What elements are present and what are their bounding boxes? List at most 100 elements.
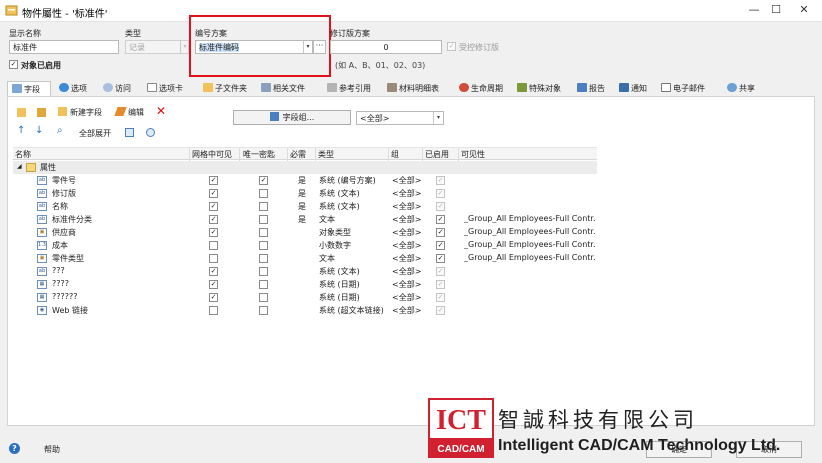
revision-input[interactable]: 0 <box>330 40 442 54</box>
row-checkbox[interactable] <box>259 215 268 224</box>
tab-references[interactable]: 参考引用 <box>327 81 371 97</box>
new-field-button[interactable]: 新建字段 <box>58 107 102 118</box>
column-header-visibility[interactable]: 可见性 <box>461 149 485 160</box>
table-row[interactable]: ab 修订版 ✓ 是 系统 (文本) <全部> ✓ <box>13 187 597 200</box>
tab-label: 参考引用 <box>339 84 371 93</box>
chevron-down-icon[interactable]: ▾ <box>433 112 443 124</box>
tab-related-files[interactable]: 相关文件 <box>261 81 305 97</box>
row-checkbox[interactable]: ✓ <box>209 228 218 237</box>
row-checkbox[interactable] <box>259 267 268 276</box>
table-row[interactable]: ▦?????? ✓ 系统 (日期) <全部> ✓ <box>13 291 597 304</box>
tab-lifecycle[interactable]: 生命周期 <box>459 81 503 97</box>
row-checkbox[interactable]: ✓ <box>209 280 218 289</box>
fields-grid: 名称 网格中可见 唯一密匙 必需 类型 组 已启用 可见性 ◢ 属性 ab 零件号… <box>13 147 597 317</box>
help-icon[interactable]: ? <box>9 443 20 454</box>
tab-tabs[interactable]: 选项卡 <box>147 81 183 97</box>
display-name-input[interactable]: 标准件 <box>9 40 119 54</box>
column-header-enabled[interactable]: 已启用 <box>425 149 449 160</box>
browse-button[interactable]: ··· <box>313 40 326 54</box>
row-checkbox[interactable]: ✓ <box>436 254 445 263</box>
row-checkbox[interactable] <box>259 254 268 263</box>
column-header-name[interactable]: 名称 <box>15 149 31 160</box>
notification-icon <box>619 83 629 92</box>
row-checkbox[interactable]: ✓ <box>209 202 218 211</box>
row-checkbox[interactable]: ✓ <box>209 293 218 302</box>
tab-special-objects[interactable]: 特殊对象 <box>517 81 561 97</box>
field-type: 系统 (文本) <box>319 267 360 276</box>
table-row[interactable]: ▣ 供应商 ✓ 对象类型 <全部> ✓ _Group_All Employees-Full … <box>13 226 597 239</box>
group-row[interactable]: ◢ 属性 <box>13 161 597 174</box>
tab-bom[interactable]: 材料明细表 <box>387 81 439 97</box>
tab-email[interactable]: 电子邮件 <box>661 81 705 97</box>
row-checkbox[interactable]: ✓ <box>259 176 268 185</box>
column-header-type[interactable]: 类型 <box>318 149 334 160</box>
search-icon[interactable]: ⌕ <box>57 125 63 136</box>
new-folder-icon[interactable] <box>17 108 26 117</box>
move-down-icon[interactable]: ↓ <box>35 125 43 136</box>
row-checkbox[interactable] <box>259 306 268 315</box>
row-checkbox[interactable] <box>209 241 218 250</box>
table-row[interactable]: ▣ 零件类型 文本 <全部> ✓ _Group_All Employees-Full Co… <box>13 252 597 265</box>
object-enabled-checkbox[interactable]: ✓ <box>9 60 18 69</box>
tab-label: 生命周期 <box>471 84 503 93</box>
globe-icon[interactable] <box>146 128 155 137</box>
column-header-group[interactable]: 组 <box>391 149 399 160</box>
expand-all-button[interactable]: 全部展开 <box>79 128 111 139</box>
tab-notifications[interactable]: 通知 <box>619 81 647 97</box>
tab-options[interactable]: 选项 <box>59 81 87 97</box>
row-checkbox[interactable]: ✓ <box>209 176 218 185</box>
group-value: <全部> <box>392 202 422 211</box>
row-checkbox[interactable] <box>209 254 218 263</box>
row-checkbox[interactable] <box>259 241 268 250</box>
table-row[interactable]: ◉ Web 链接 系统 (超文本链接) <全部> ✓ <box>13 304 597 317</box>
row-checkbox: ✓ <box>436 176 445 185</box>
table-row[interactable]: 1.3 成本 小数数字 <全部> ✓ _Group_All Employees-Full … <box>13 239 597 252</box>
row-checkbox[interactable] <box>259 228 268 237</box>
field-group-button[interactable]: 字段组... <box>233 110 351 125</box>
column-separator <box>458 148 459 161</box>
grid-header: 名称 网格中可见 唯一密匙 必需 类型 组 已启用 可见性 <box>13 147 597 161</box>
group-value: <全部> <box>392 267 422 276</box>
row-checkbox: ✓ <box>436 267 445 276</box>
group-value: <全部> <box>392 306 422 315</box>
open-folder-icon[interactable] <box>37 108 46 117</box>
row-checkbox[interactable]: ✓ <box>209 215 218 224</box>
row-checkbox[interactable]: ✓ <box>436 228 445 237</box>
row-checkbox[interactable] <box>259 202 268 211</box>
maximize-button[interactable]: ☐ <box>762 0 790 22</box>
move-up-icon[interactable]: ↑ <box>17 125 25 136</box>
group-value: <全部> <box>392 280 422 289</box>
paperclip-icon <box>261 83 271 92</box>
table-row[interactable]: ▦???? ✓ 系统 (日期) <全部> ✓ <box>13 278 597 291</box>
row-checkbox[interactable]: ✓ <box>436 241 445 250</box>
tab-fields[interactable]: 字段 <box>7 81 51 97</box>
row-checkbox[interactable]: ✓ <box>209 189 218 198</box>
tab-subfolders[interactable]: 子文件夹 <box>203 81 247 97</box>
row-checkbox[interactable]: ✓ <box>436 215 445 224</box>
column-header-visible[interactable]: 网格中可见 <box>192 149 232 160</box>
column-header-required[interactable]: 必需 <box>290 149 306 160</box>
tab-access[interactable]: 访问 <box>103 81 131 97</box>
row-checkbox[interactable] <box>259 280 268 289</box>
tab-reports[interactable]: 报告 <box>577 81 605 97</box>
table-row[interactable]: ab??? ✓ 系统 (文本) <全部> ✓ <box>13 265 597 278</box>
row-checkbox[interactable]: ✓ <box>209 267 218 276</box>
edit-button[interactable]: 编辑 <box>114 107 144 118</box>
delete-icon[interactable]: ✕ <box>156 104 166 118</box>
help-link[interactable]: 帮助 <box>44 444 60 455</box>
numbering-select[interactable]: 标准件编码 <box>195 40 313 54</box>
table-row[interactable]: ab 名称 ✓ 是 系统 (文本) <全部> ✓ <box>13 200 597 213</box>
close-button[interactable]: ✕ <box>790 0 818 22</box>
row-checkbox[interactable] <box>209 306 218 315</box>
column-header-unique[interactable]: 唯一密匙 <box>243 149 275 160</box>
table-row[interactable]: ab 标准件分类 ✓ 是 文本 <全部> ✓ _Group_All Employees-Ful… <box>13 213 597 226</box>
collapse-arrow-icon[interactable]: ◢ <box>17 163 22 170</box>
properties-icon[interactable] <box>125 128 134 137</box>
row-checkbox[interactable] <box>259 293 268 302</box>
tab-share[interactable]: 共享 <box>727 81 755 97</box>
table-row[interactable]: ab 零件号 ✓ ✓ 是 系统 (编号方案) <全部> ✓ <box>13 174 597 187</box>
group-filter-select[interactable]: <全部> <box>356 111 444 125</box>
row-checkbox[interactable] <box>259 189 268 198</box>
chevron-down-icon[interactable]: ▾ <box>303 41 312 53</box>
chart-icon <box>577 83 587 92</box>
